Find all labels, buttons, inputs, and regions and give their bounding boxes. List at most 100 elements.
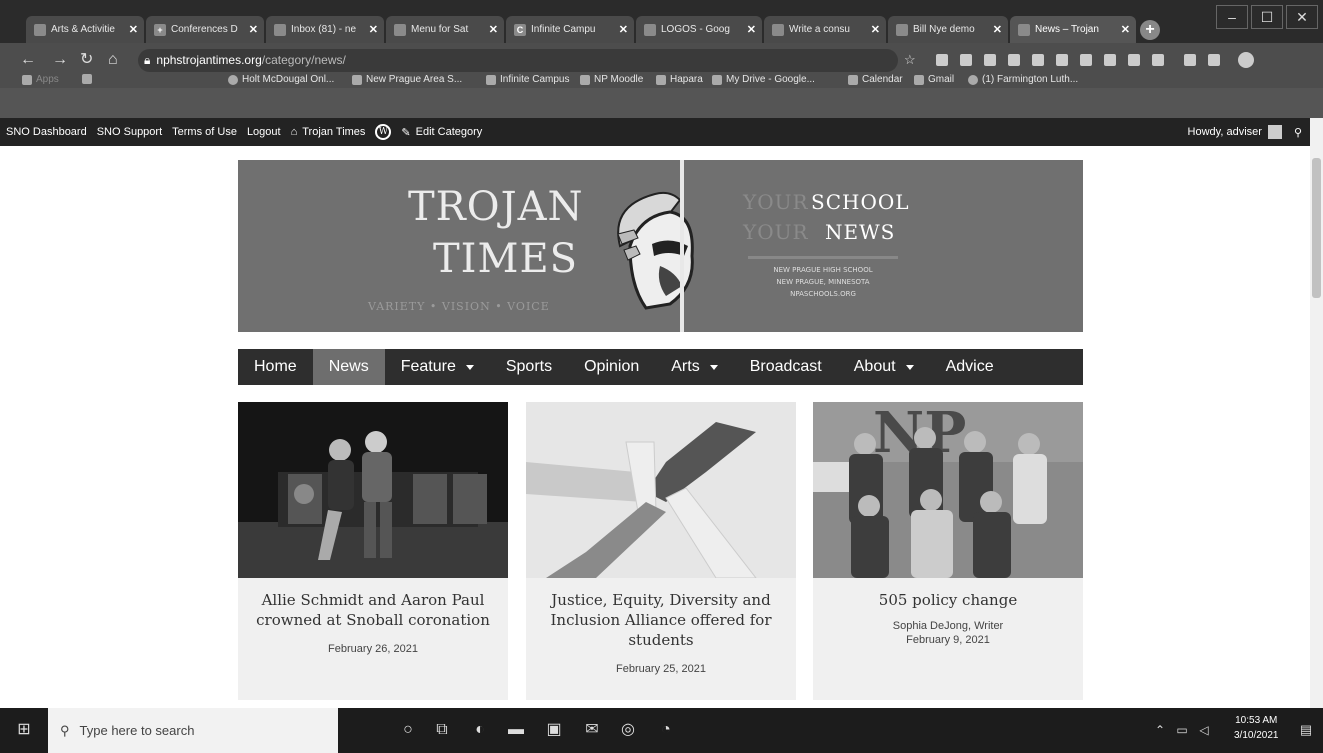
avatar[interactable] (1267, 125, 1282, 139)
taskbar-search-input[interactable]: ⚲ Type here to search (48, 708, 338, 753)
extension-icon[interactable] (960, 54, 972, 66)
new-tab-button[interactable]: + (1140, 20, 1160, 40)
tab-infinite-campus[interactable]: C Infinite Campu ✕ (506, 16, 634, 43)
scrollbar-thumb[interactable] (1312, 158, 1321, 298)
tab-arts-activities[interactable]: Arts & Activitie ✕ (26, 16, 144, 43)
close-tab-icon[interactable]: ✕ (871, 23, 880, 36)
close-tab-icon[interactable]: ✕ (369, 23, 378, 36)
extension-icon[interactable] (1104, 54, 1116, 66)
back-icon[interactable]: ← (20, 51, 36, 69)
bookmark-apps[interactable]: Apps (22, 74, 59, 85)
home-icon[interactable]: ⌂ (108, 51, 118, 69)
tab-inbox[interactable]: Inbox (81) - ne ✕ (266, 16, 384, 43)
cortana-icon[interactable]: ○ (398, 720, 418, 740)
reload-icon[interactable]: ↻ (80, 51, 93, 69)
nav-opinion[interactable]: Opinion (568, 349, 655, 385)
extension-icon[interactable] (1152, 54, 1164, 66)
story-photo[interactable] (238, 402, 508, 578)
mail-icon[interactable]: ✉ (582, 720, 602, 740)
tab-news-trojan[interactable]: News – Trojan ✕ (1010, 16, 1136, 43)
close-tab-icon[interactable]: ✕ (993, 23, 1002, 36)
story-card[interactable]: NP 505 policy change Sophia DeJong, Writ… (813, 402, 1083, 700)
nav-home[interactable]: Home (238, 349, 313, 385)
star-icon[interactable]: ☆ (904, 51, 916, 69)
bookmark-farmington[interactable]: (1) Farmington Luth... (968, 74, 1078, 85)
store-icon[interactable]: ▣ (544, 720, 564, 740)
close-tab-icon[interactable]: ✕ (619, 23, 628, 36)
volume-icon[interactable]: ◁ (1194, 720, 1214, 740)
story-card[interactable]: Allie Schmidt and Aaron Paul crowned at … (238, 402, 508, 700)
taskbar-clock[interactable]: 10:53 AM 3/10/2021 (1234, 713, 1279, 743)
extension-icon[interactable] (1032, 54, 1044, 66)
nav-broadcast[interactable]: Broadcast (734, 349, 838, 385)
close-tab-icon[interactable]: ✕ (489, 23, 498, 36)
bookmark-item[interactable] (82, 74, 96, 84)
nav-sports[interactable]: Sports (490, 349, 568, 385)
nav-feature[interactable]: Feature (385, 349, 490, 385)
howdy-user[interactable]: Howdy, adviser (1188, 126, 1262, 138)
pencil-icon[interactable]: ✎ (401, 126, 410, 139)
story-photo[interactable]: NP (813, 402, 1083, 578)
admin-edit-category[interactable]: Edit Category (416, 126, 483, 138)
story-card[interactable]: Justice, Equity, Diversity and Inclusion… (526, 402, 796, 700)
admin-sno-dashboard[interactable]: SNO Dashboard (6, 126, 87, 138)
extension-icon[interactable] (984, 54, 996, 66)
admin-terms-of-use[interactable]: Terms of Use (172, 126, 237, 138)
tab-menu[interactable]: Menu for Sat ✕ (386, 16, 504, 43)
windows-start-icon[interactable]: ⊞ (14, 720, 34, 740)
nav-news[interactable]: News (312, 349, 385, 385)
app-icon[interactable]: ◔ (656, 720, 676, 740)
author-link[interactable]: Sophia DeJong (893, 620, 968, 632)
bookmark-gmail[interactable]: Gmail (914, 74, 954, 85)
chevron-up-icon[interactable]: ⌃ (1150, 720, 1170, 740)
notifications-icon[interactable]: ▤ (1296, 720, 1316, 740)
nav-advice[interactable]: Advice (930, 349, 1010, 385)
extension-icon[interactable] (1128, 54, 1140, 66)
tab-write-consult[interactable]: Write a consu ✕ (764, 16, 886, 43)
close-tab-icon[interactable]: ✕ (249, 23, 258, 36)
forward-icon[interactable]: → (52, 51, 68, 69)
tab-logos[interactable]: LOGOS - Goog ✕ (636, 16, 762, 43)
tab-conferences[interactable]: + Conferences D ✕ (146, 16, 264, 43)
url-field[interactable]: 🔒︎ nphstrojantimes.org/category/news/ (138, 49, 898, 72)
profile-avatar-icon[interactable] (1238, 52, 1254, 68)
admin-trojan-times[interactable]: Trojan Times (302, 126, 365, 138)
story-title[interactable]: 505 policy change (813, 578, 1083, 610)
extensions-puzzle-icon[interactable] (1208, 54, 1220, 66)
story-photo[interactable] (526, 402, 796, 578)
site-banner[interactable]: TROJAN TIMES VARIETY • VISION • VOICE YO… (238, 160, 1083, 332)
bookmark-holt[interactable]: Holt McDougal Onl... (228, 74, 334, 85)
admin-logout[interactable]: Logout (247, 126, 281, 138)
edge-icon[interactable]: ◐ (470, 720, 490, 740)
extension-icon[interactable] (936, 54, 948, 66)
maximize-button[interactable]: ☐ (1251, 5, 1283, 29)
bookmark-hapara[interactable]: Hapara (656, 74, 703, 85)
minimize-button[interactable]: – (1216, 5, 1248, 29)
story-title[interactable]: Justice, Equity, Diversity and Inclusion… (526, 578, 796, 650)
extension-icon[interactable] (1056, 54, 1068, 66)
close-tab-icon[interactable]: ✕ (1121, 23, 1130, 36)
task-view-icon[interactable]: ⧉ (432, 720, 452, 740)
story-title[interactable]: Allie Schmidt and Aaron Paul crowned at … (238, 578, 508, 630)
wordpress-icon[interactable]: W (375, 124, 392, 140)
close-tab-icon[interactable]: ✕ (129, 23, 138, 36)
bookmark-calendar[interactable]: Calendar (848, 74, 903, 85)
spotify-icon[interactable]: ◎ (618, 720, 638, 740)
extension-icon[interactable] (1008, 54, 1020, 66)
network-icon[interactable]: ▭ (1172, 720, 1192, 740)
bookmark-new-prague[interactable]: New Prague Area S... (352, 74, 462, 85)
search-icon[interactable]: ⚲ (1294, 126, 1302, 139)
home-icon[interactable]: ⌂ (291, 126, 298, 138)
nav-about[interactable]: About (838, 349, 930, 385)
tab-bill-nye[interactable]: Bill Nye demo ✕ (888, 16, 1008, 43)
admin-sno-support[interactable]: SNO Support (97, 126, 162, 138)
nav-arts[interactable]: Arts (655, 349, 733, 385)
file-explorer-icon[interactable]: ▬ (506, 720, 526, 740)
close-window-button[interactable]: ✕ (1286, 5, 1318, 29)
extension-icon[interactable] (1184, 54, 1196, 66)
extension-icon[interactable] (1080, 54, 1092, 66)
close-tab-icon[interactable]: ✕ (747, 23, 756, 36)
bookmark-np-moodle[interactable]: NP Moodle (580, 74, 643, 85)
bookmark-my-drive[interactable]: My Drive - Google... (712, 74, 815, 85)
bookmark-infinite-campus[interactable]: Infinite Campus (486, 74, 569, 85)
